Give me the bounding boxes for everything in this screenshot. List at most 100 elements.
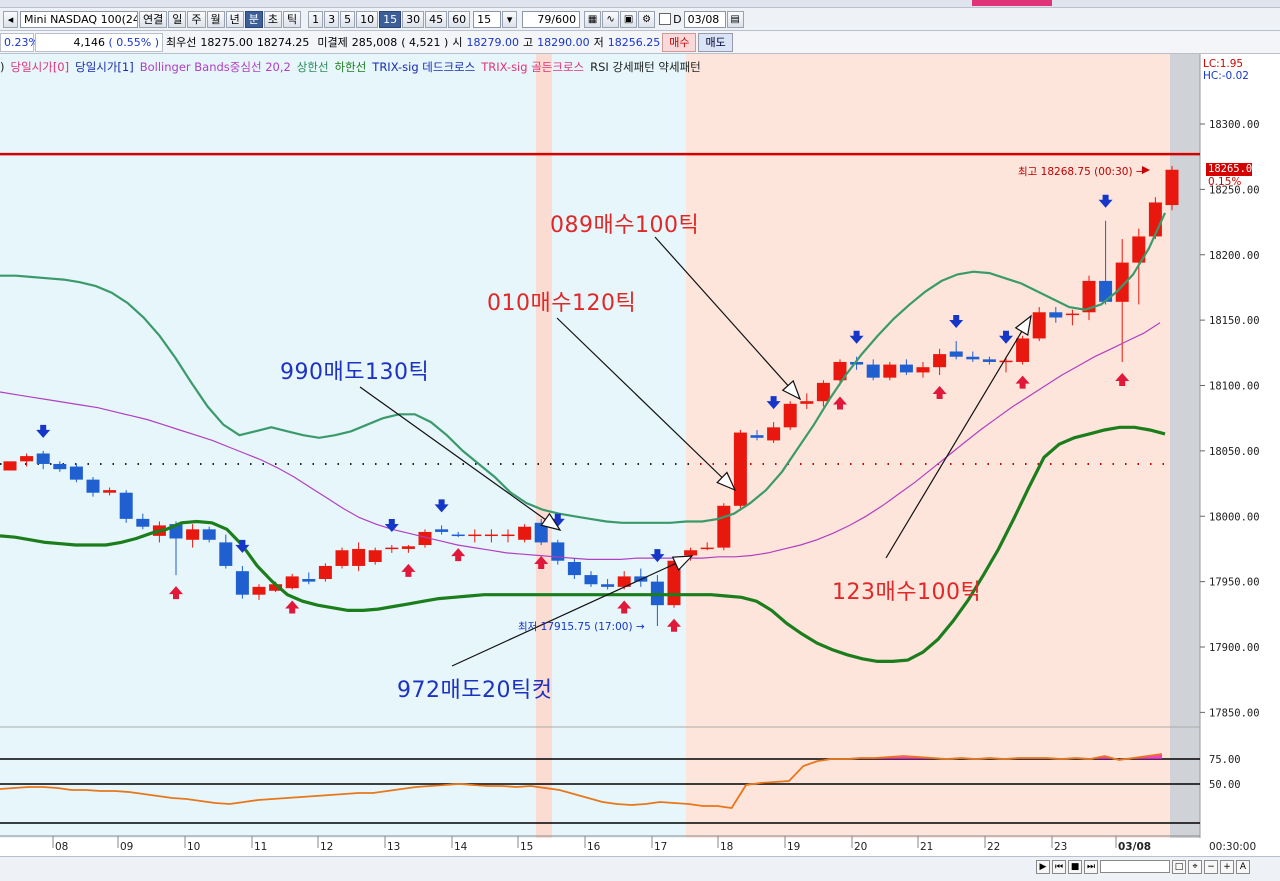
last-page-icon[interactable]: ⏭ [1084, 860, 1098, 874]
prev-symbol-button[interactable]: ◂ [3, 10, 18, 28]
candle-body [252, 586, 266, 595]
legend-item-3: Bollinger Bands중심선 20,2 [139, 60, 291, 74]
chart-toolbar: ◂ Mini NASDAQ 100(24.0 연결 일주월년분초틱 1 3 5 10 1… [0, 8, 1280, 31]
period-button-4[interactable]: 분 [244, 10, 263, 28]
date-field[interactable]: 03/08 [683, 10, 726, 28]
zoom-in-icon[interactable]: + [1220, 860, 1234, 874]
chevron-down-icon[interactable]: ▾ [502, 10, 518, 28]
lc-readout: LC:1.95 [1203, 58, 1244, 70]
candle-body [567, 562, 581, 576]
period-button-3[interactable]: 년 [225, 10, 244, 28]
candle-body [20, 456, 34, 462]
symbol-field[interactable]: Mini NASDAQ 100(24.0 [20, 10, 138, 28]
candle-body [1032, 312, 1046, 339]
candle-body [86, 479, 100, 493]
low-label: 저 [593, 36, 604, 49]
legend-item-6: TRIX-sig 데드크로스 [372, 60, 476, 74]
rsi-tick-label: 75.00 [1209, 754, 1241, 766]
cursor-icon[interactable]: ⌖ [1188, 860, 1202, 874]
buy-button[interactable]: 매수 [662, 32, 697, 52]
scroll-right-icon[interactable]: ▶ [1036, 860, 1050, 874]
settings-icon[interactable]: ⚙ [638, 10, 656, 28]
period-button-5[interactable]: 초 [263, 10, 282, 28]
candle-body [949, 351, 963, 357]
calendar-icon[interactable]: ▤ [726, 10, 744, 28]
candle-body [584, 575, 598, 585]
candle-body [1165, 169, 1179, 206]
open-interest-change: ( 4,521 ) [401, 35, 449, 49]
hc-readout: HC:-0.02 [1203, 70, 1249, 82]
interval-button-5[interactable]: 5 [340, 10, 356, 28]
date-checkbox[interactable] [659, 13, 672, 25]
x-tick-label: 17 [654, 841, 667, 853]
best-bid-label: 최우선 [166, 36, 197, 49]
candle-body [916, 367, 930, 373]
top-pink-button[interactable] [972, 0, 1052, 6]
candle-body [235, 571, 249, 595]
count-field[interactable]: 79/600 [522, 10, 581, 28]
interval-button-30[interactable]: 30 [402, 10, 425, 28]
candle-body [1148, 202, 1162, 237]
open-interest: 285,008 [351, 35, 398, 49]
x-tick-label: 16 [587, 841, 601, 853]
y-tick-label: 18150.00 [1209, 315, 1260, 327]
candle-body [302, 579, 316, 582]
x-tick-label: 19 [787, 841, 800, 853]
candle-body [733, 432, 747, 506]
interval-button-1[interactable]: 1 [308, 10, 324, 28]
candle-body [601, 584, 615, 587]
grid-icon[interactable]: ▦ [584, 10, 602, 28]
zoom-slider[interactable] [1100, 860, 1170, 873]
candle-body [401, 546, 415, 549]
candle-body [53, 463, 67, 470]
candle-body [69, 466, 83, 480]
candle-body [684, 550, 698, 556]
interval-button-group: 1 3 5 10 15 30 45 60 [307, 10, 471, 28]
x-tick-label: 15 [520, 841, 533, 853]
candle-body [883, 364, 897, 378]
period-button-6[interactable]: 틱 [283, 10, 302, 28]
legend-item-8: RSI 강세패턴 약세패턴 [590, 60, 701, 74]
first-page-icon[interactable]: ⏮ [1052, 860, 1066, 874]
legend-item-1: 당일시가[0] [10, 60, 70, 74]
interval-button-45[interactable]: 45 [425, 10, 448, 28]
candle-body [385, 547, 399, 550]
legend-item-5: 하한선 [334, 60, 367, 74]
open-label: 시 [452, 36, 463, 49]
x-tick-label: 03/08 [1118, 841, 1151, 853]
candle-body [451, 534, 465, 537]
zoom-box-icon[interactable]: □ [1172, 860, 1186, 874]
candle-body [368, 550, 382, 563]
text-tool-icon[interactable]: A [1236, 860, 1250, 874]
stop-icon[interactable]: ■ [1068, 860, 1082, 874]
candle-body [202, 529, 216, 540]
candle-body [285, 576, 299, 589]
zoom-out-icon[interactable]: − [1204, 860, 1218, 874]
x-tick-label: 20 [854, 841, 867, 853]
quote-bar: 0.23% 4,146 ( 0.55% ) 최우선 18275.00 18274… [0, 31, 1280, 54]
window-top-strip [0, 0, 1280, 8]
candle-body [1065, 313, 1079, 316]
save-icon[interactable]: ▣ [620, 10, 638, 28]
interval-button-15[interactable]: 15 [379, 10, 402, 28]
link-button[interactable]: 연결 [139, 10, 168, 28]
candle-body [816, 382, 830, 402]
rsi-tick-label: 50.00 [1209, 779, 1241, 791]
candle-body [933, 354, 947, 368]
candle-body [468, 534, 482, 537]
x-tick-label: 13 [387, 841, 400, 853]
interval-button-10[interactable]: 10 [356, 10, 379, 28]
current-pct: 0.15% [1208, 176, 1242, 188]
interval-button-60[interactable]: 60 [448, 10, 471, 28]
x-tick-label: 23 [1054, 841, 1067, 853]
interval-select[interactable]: 15 [473, 10, 502, 28]
volume: 4,146 [73, 35, 105, 49]
period-button-0[interactable]: 일 [168, 10, 187, 28]
period-button-1[interactable]: 주 [187, 10, 206, 28]
draw-icon[interactable]: ∿ [602, 10, 620, 28]
candle-body [750, 435, 764, 438]
period-button-2[interactable]: 월 [206, 10, 225, 28]
candle-body [966, 356, 980, 360]
interval-button-3[interactable]: 3 [324, 10, 340, 28]
sell-button[interactable]: 매도 [698, 32, 733, 52]
